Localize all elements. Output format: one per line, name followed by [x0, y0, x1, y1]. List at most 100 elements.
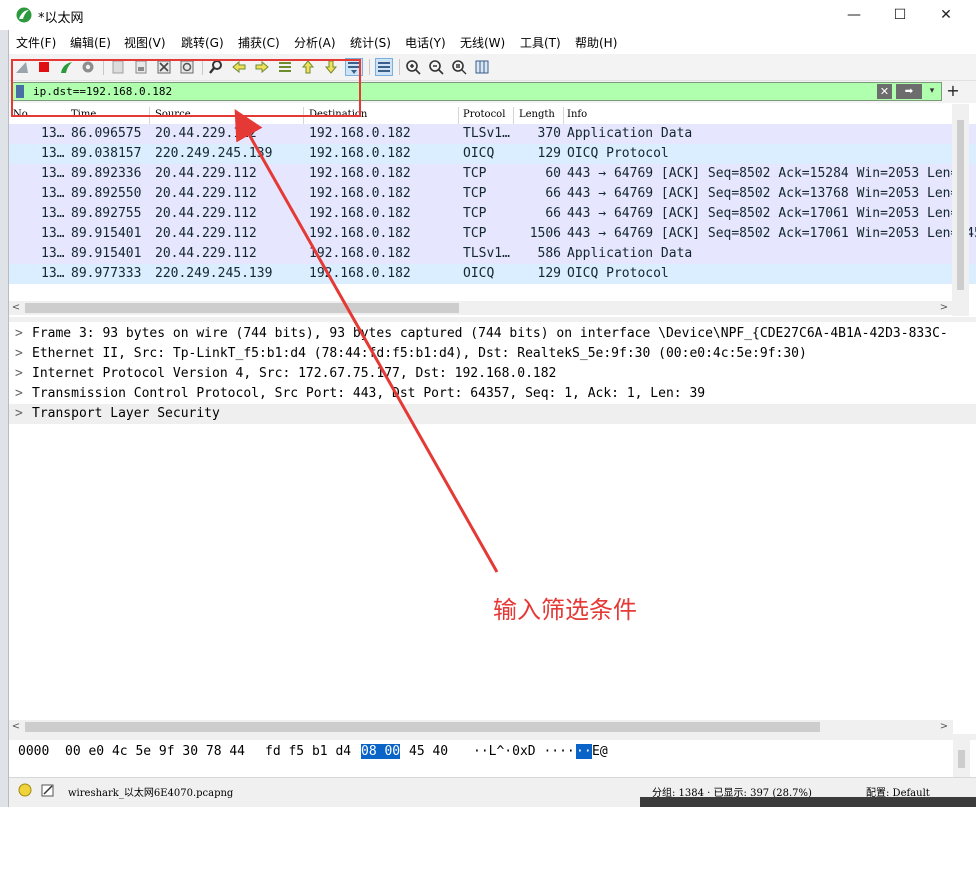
packet-protocol: TLSv1…	[463, 126, 510, 141]
menu-go[interactable]: 跳转(G)	[181, 34, 224, 51]
go-last-icon[interactable]	[322, 58, 340, 76]
menu-view[interactable]: 视图(V)	[124, 34, 166, 51]
resize-columns-icon[interactable]	[473, 58, 491, 76]
menu-capture[interactable]: 捕获(C)	[238, 34, 280, 51]
col-protocol[interactable]: Protocol	[463, 109, 505, 120]
capture-options-icon[interactable]	[79, 58, 97, 76]
packet-time: 89.038157	[71, 146, 142, 161]
packet-destination: 192.168.0.182	[309, 206, 411, 221]
bytes-ascii-selected[interactable]: ··	[576, 744, 592, 759]
shark-fin-start-icon[interactable]	[13, 58, 31, 76]
expert-info-icon[interactable]	[18, 783, 32, 797]
packet-list-hscrollbar[interactable]: < >	[9, 301, 953, 315]
col-length[interactable]: Length	[519, 109, 555, 120]
menu-bar: 文件(F) 编辑(E) 视图(V) 跳转(G) 捕获(C) 分析(A) 统计(S…	[9, 30, 976, 54]
bytes-hex-selected[interactable]: 08 00	[361, 744, 401, 759]
apply-filter-arrow-icon[interactable]: ➡	[896, 84, 922, 99]
expand-chevron-icon[interactable]: >	[15, 366, 23, 381]
wireshark-window: *以太网 — ☐ ✕ 文件(F) 编辑(E) 视图(V) 跳转(G) 捕获(C)…	[0, 0, 976, 807]
expand-chevron-icon[interactable]: >	[15, 386, 23, 401]
packet-details: > Frame 3: 93 bytes on wire (744 bits), 9…	[9, 322, 976, 720]
packet-no: 13…	[41, 166, 65, 181]
detail-tls[interactable]: > Transport Layer Security	[9, 404, 976, 424]
minimize-button[interactable]: —	[831, 0, 877, 30]
go-to-packet-icon[interactable]	[276, 58, 294, 76]
packet-info: 443 → 64769 [ACK] Seq=8502 Ack=13768 Win…	[567, 186, 967, 201]
menu-statistics[interactable]: 统计(S)	[350, 34, 391, 51]
capture-comment-icon[interactable]	[41, 783, 55, 797]
detail-ethernet[interactable]: > Ethernet II, Src: Tp-LinkT_f5:b1:d4 (78…	[9, 344, 976, 364]
autoscroll-icon[interactable]	[345, 58, 363, 76]
packet-length: 370	[537, 126, 561, 141]
packet-destination: 192.168.0.182	[309, 126, 411, 141]
packet-no: 13…	[41, 246, 65, 261]
clear-filter-icon[interactable]: ✕	[877, 84, 892, 99]
go-forward-icon[interactable]	[253, 58, 271, 76]
packet-source: 220.249.245.139	[155, 266, 273, 281]
restart-capture-icon[interactable]	[57, 58, 75, 76]
packet-row[interactable]: 13… 89.892550 20.44.229.112 192.168.0.182 TC…	[9, 184, 976, 204]
display-filter-input[interactable]: ip.dst==192.168.0.182 ✕ ➡ ▾	[12, 82, 942, 101]
packet-row[interactable]: 13… 89.038157 220.249.245.139 192.168.0.182…	[9, 144, 976, 164]
find-packet-icon[interactable]	[207, 58, 225, 76]
expand-chevron-icon[interactable]: >	[15, 326, 23, 341]
go-first-icon[interactable]	[299, 58, 317, 76]
packet-destination: 192.168.0.182	[309, 186, 411, 201]
packet-protocol: OICQ	[463, 266, 495, 281]
bytes-hex[interactable]: 00 e0 4c 5e 9f 30 78 44	[65, 744, 245, 759]
packet-length: 66	[545, 186, 561, 201]
close-button[interactable]: ✕	[923, 0, 969, 30]
reload-file-icon[interactable]	[178, 58, 196, 76]
filter-history-dropdown-icon[interactable]: ▾	[925, 84, 939, 99]
menu-file[interactable]: 文件(F)	[16, 34, 56, 51]
zoom-in-icon[interactable]	[404, 58, 422, 76]
menu-edit[interactable]: 编辑(E)	[70, 34, 111, 51]
packet-length: 129	[537, 146, 561, 161]
detail-frame[interactable]: > Frame 3: 93 bytes on wire (744 bits), 9…	[9, 324, 976, 344]
close-file-icon[interactable]	[155, 58, 173, 76]
menu-telephony[interactable]: 电话(Y)	[405, 34, 446, 51]
filter-text[interactable]: ip.dst==192.168.0.182	[33, 85, 172, 98]
menu-analyze[interactable]: 分析(A)	[294, 34, 336, 51]
col-no[interactable]: No.	[13, 109, 31, 120]
main-toolbar	[9, 54, 976, 81]
packet-row[interactable]: 13… 89.892336 20.44.229.112 192.168.0.182 TC…	[9, 164, 976, 184]
add-filter-button[interactable]: +	[944, 81, 962, 101]
zoom-out-icon[interactable]	[427, 58, 445, 76]
zoom-normal-icon[interactable]	[450, 58, 468, 76]
packet-row[interactable]: 13… 89.977333 220.249.245.139 192.168.0.182…	[9, 264, 976, 284]
bytes-vscrollbar[interactable]	[953, 740, 970, 777]
packet-row[interactable]: 13… 89.892755 20.44.229.112 192.168.0.182 TC…	[9, 204, 976, 224]
maximize-button[interactable]: ☐	[877, 0, 923, 30]
detail-ipv4[interactable]: > Internet Protocol Version 4, Src: 172.6…	[9, 364, 976, 384]
menu-wireless[interactable]: 无线(W)	[460, 34, 505, 51]
go-back-icon[interactable]	[230, 58, 248, 76]
expand-chevron-icon[interactable]: >	[15, 406, 23, 421]
details-hscrollbar[interactable]: < >	[9, 720, 953, 734]
expand-chevron-icon[interactable]: >	[15, 346, 23, 361]
bookmark-icon[interactable]	[16, 85, 24, 98]
packet-no: 13…	[41, 226, 65, 241]
colorize-icon[interactable]	[375, 58, 393, 76]
packet-list-vscrollbar[interactable]	[952, 104, 969, 316]
packet-row[interactable]: 13… 86.096575 20.44.229.112 192.168.0.182 TL…	[9, 124, 976, 144]
save-file-icon[interactable]	[132, 58, 150, 76]
packet-row[interactable]: 13… 89.915401 20.44.229.112 192.168.0.182 TL…	[9, 244, 976, 264]
bytes-ascii[interactable]: ··L^·0xD ····	[473, 744, 575, 759]
bytes-hex[interactable]: fd f5 b1 d4	[265, 744, 351, 759]
bytes-hex[interactable]: 45 40	[409, 744, 448, 759]
background-window-edge	[0, 30, 9, 807]
menu-help[interactable]: 帮助(H)	[575, 34, 617, 51]
menu-tools[interactable]: 工具(T)	[520, 34, 561, 51]
col-time[interactable]: Time	[71, 109, 96, 120]
open-file-icon[interactable]	[109, 58, 127, 76]
col-destination[interactable]: Destination	[309, 109, 367, 120]
stop-capture-icon[interactable]	[35, 58, 53, 76]
bytes-ascii[interactable]: E@	[592, 744, 608, 759]
detail-tcp[interactable]: > Transmission Control Protocol, Src Port…	[9, 384, 976, 404]
packet-time: 89.892336	[71, 166, 142, 181]
col-source[interactable]: Source	[155, 109, 191, 120]
packet-row[interactable]: 13… 89.915401 20.44.229.112 192.168.0.182 TC…	[9, 224, 976, 244]
packet-info: Application Data	[567, 246, 693, 261]
col-info[interactable]: Info	[567, 109, 587, 120]
